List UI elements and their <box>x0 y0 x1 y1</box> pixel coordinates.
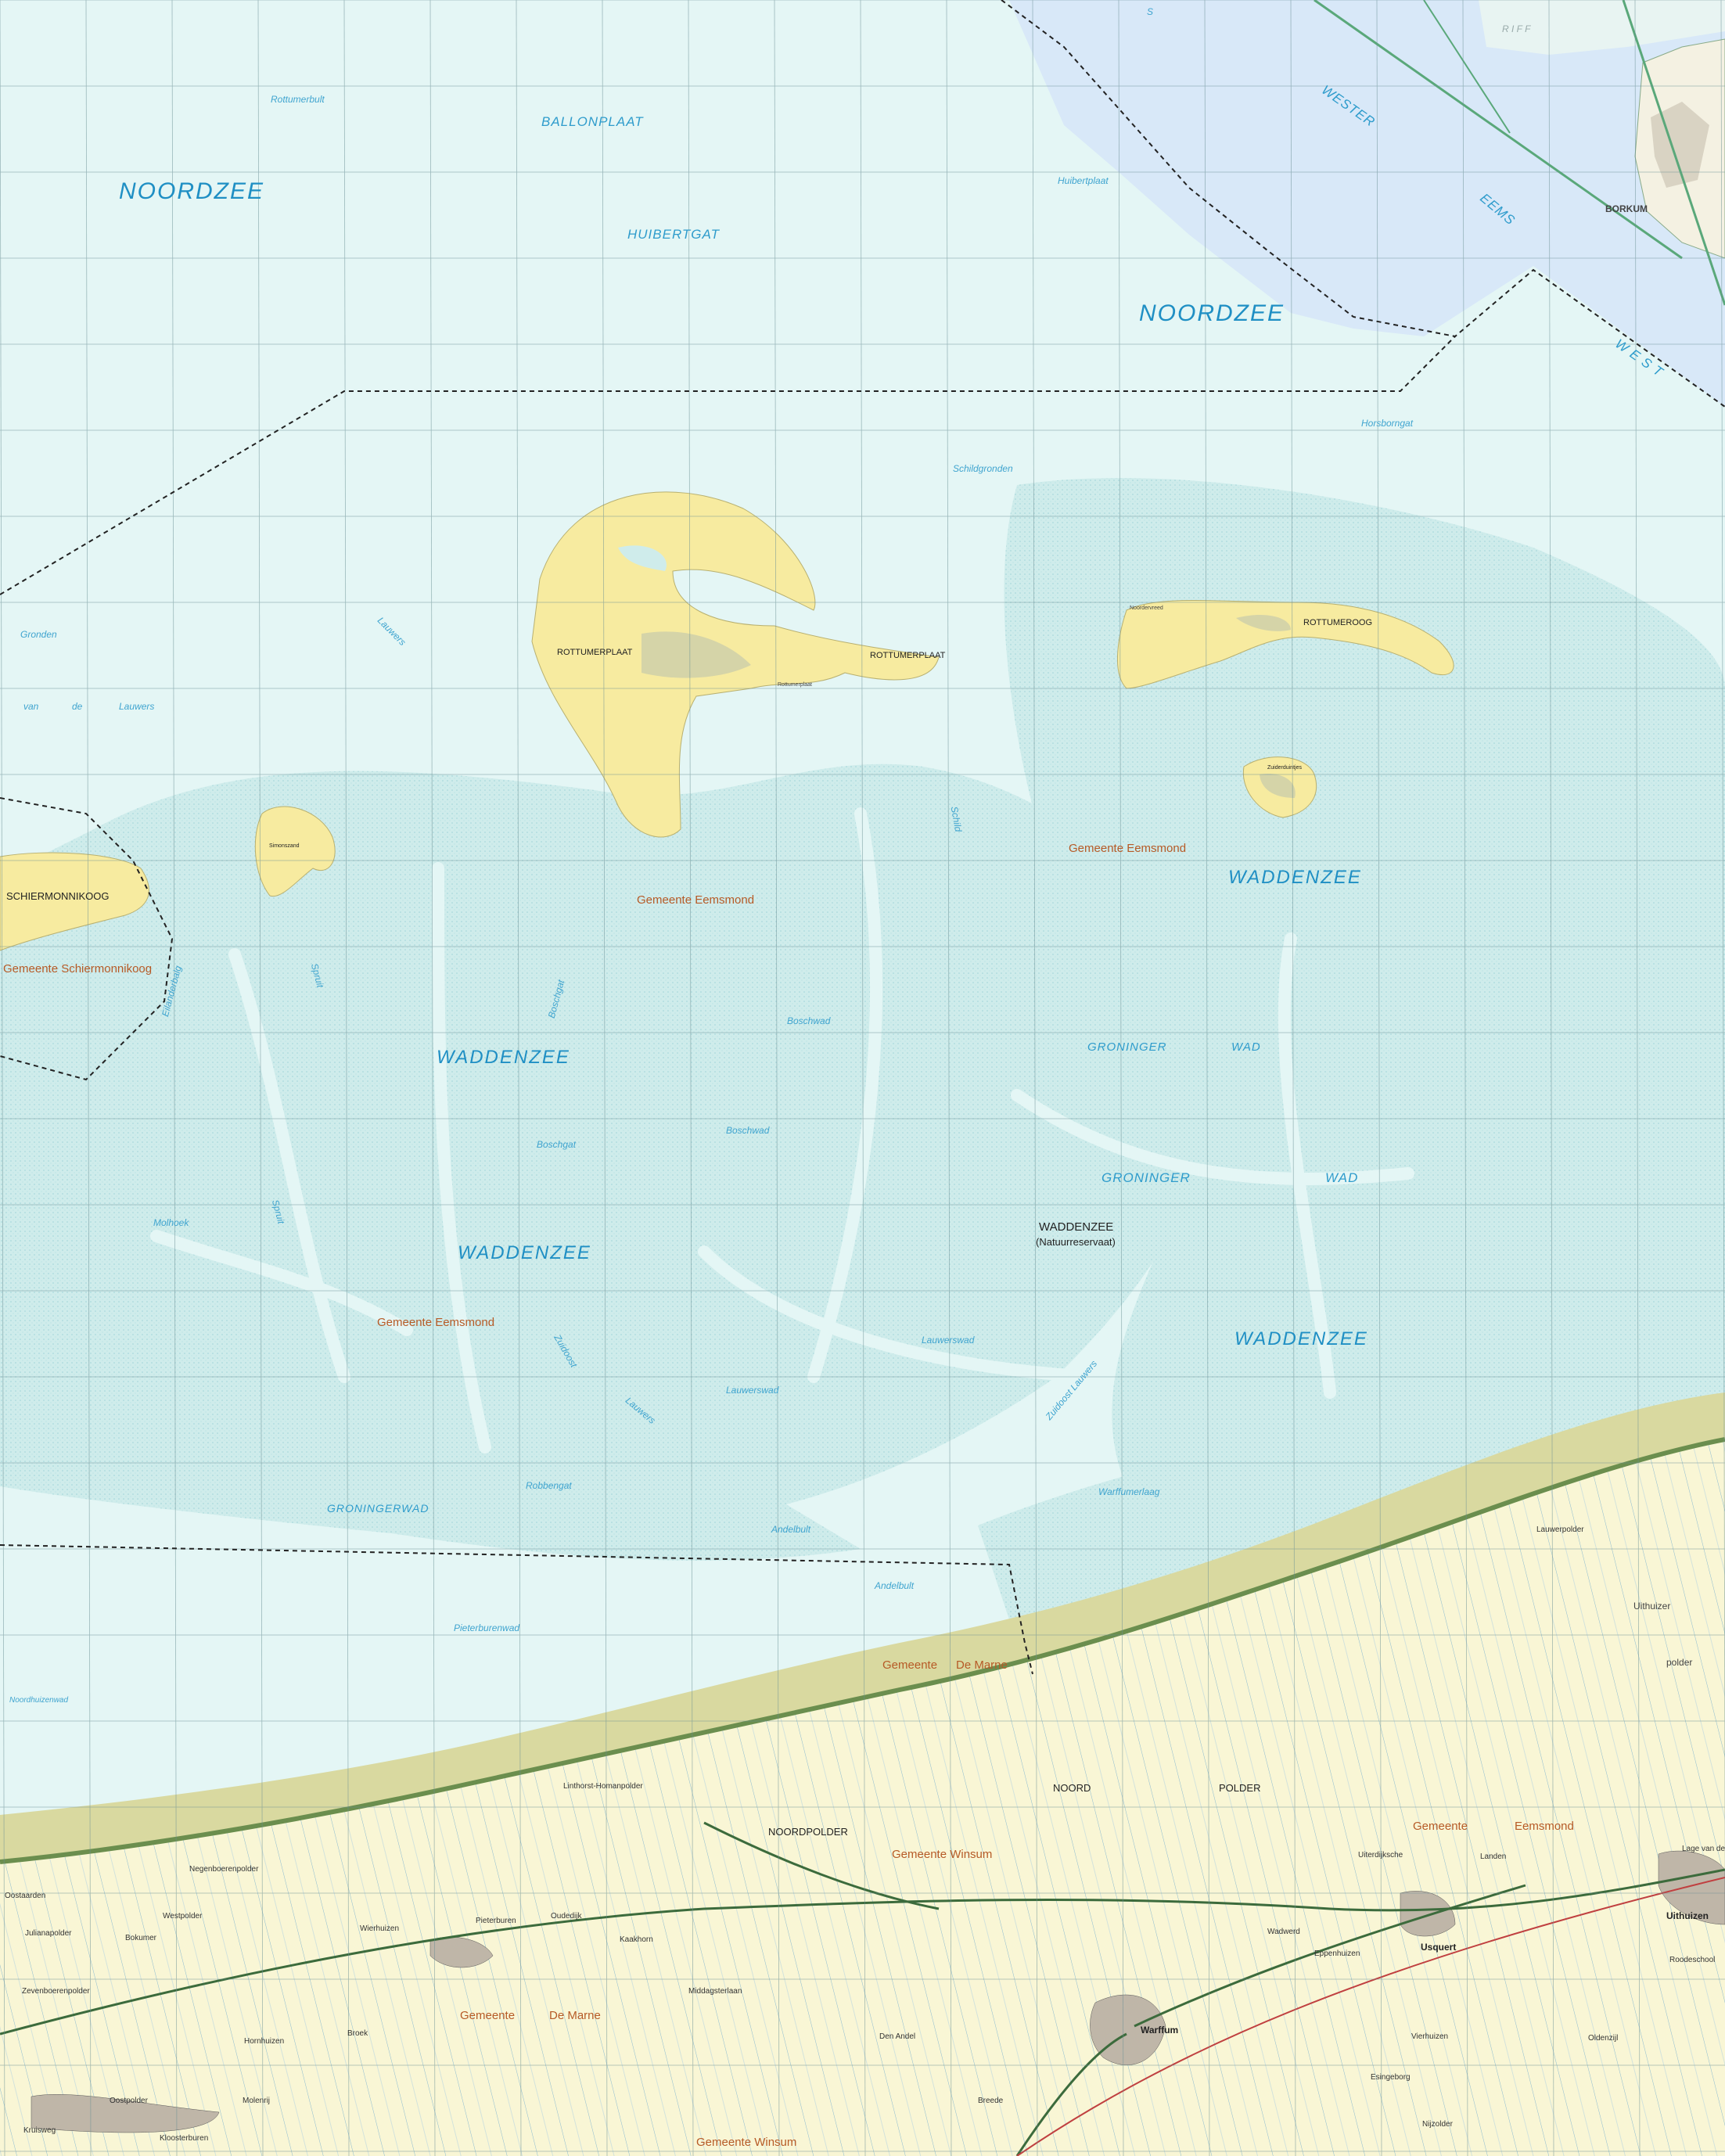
horsborngat-label: Horsborngat <box>1361 418 1414 429</box>
oostaarden-label: Oostaarden <box>5 1892 46 1900</box>
lage-van-de-weg-label: Lage van de Weg <box>1682 1845 1725 1853</box>
borkum-label: BORKUM <box>1605 203 1648 214</box>
vierhuizen-label: Vierhuizen <box>1411 2032 1449 2041</box>
winsum-municipality-1: Gemeente Winsum <box>892 1848 993 1861</box>
eppenhuizen-label: Eppenhuizen <box>1314 1949 1360 1958</box>
den-andel-label: Den Andel <box>879 2032 916 2041</box>
landen-label: Landen <box>1480 1852 1507 1861</box>
eemsmond-municipality-1: Gemeente Eemsmond <box>637 893 755 907</box>
nijzolder-label: Nijzolder <box>1422 2120 1453 2129</box>
negenboerenpolder-label: Negenboerenpolder <box>189 1865 259 1874</box>
molhoek-label: Molhoek <box>153 1217 189 1228</box>
pieterburenwad-label: Pieterburenwad <box>454 1622 520 1633</box>
kruisweg-label: Kruisweg <box>23 2126 56 2135</box>
zevenboerenpolder-label: Zevenboerenpolder <box>22 1987 90 1996</box>
wadwerd-label: Wadwerd <box>1267 1928 1300 1936</box>
lauwerswad-label-1: Lauwerswad <box>922 1335 975 1346</box>
ballonplaat-label: BALLONPLAAT <box>541 114 644 129</box>
oudedijk-label: Oudedijk <box>551 1912 582 1921</box>
rottumerplaat-label-2: ROTTUMERPLAAT <box>870 651 946 660</box>
hornhuizen-label: Hornhuizen <box>244 2037 285 2046</box>
waddenzee-label-2: WADDENZEE <box>437 1047 570 1068</box>
schildgronden-label: Schildgronden <box>953 463 1013 474</box>
broek-label: Broek <box>347 2029 368 2038</box>
noordzee-east-label: NOORDZEE <box>1139 300 1285 326</box>
groninger-wad-label-1b: WAD <box>1231 1040 1261 1054</box>
natuurreservaat-title: WADDENZEE <box>1039 1220 1114 1234</box>
middagsterlaan-label: Middagsterlaan <box>688 1987 742 1996</box>
rottumerplaat-small-label: Rottumerplaat <box>778 682 812 688</box>
lauwerpolder-label: Lauwerpolder <box>1536 1525 1584 1534</box>
waddenzee-label-4: WADDENZEE <box>1234 1328 1368 1349</box>
boschwad-label-2: Boschwad <box>726 1125 770 1136</box>
lauwerswad-label-2: Lauwerswad <box>726 1385 779 1396</box>
linthorst-label: Linthorst-Homanpolder <box>563 1782 643 1791</box>
eemsmond-municipality-3: Gemeente Eemsmond <box>377 1316 495 1329</box>
van-label: van <box>23 701 39 712</box>
oldenzijl-label: Oldenzijl <box>1588 2034 1619 2043</box>
riff-label: R I F F <box>1502 23 1531 34</box>
robbengat-label: Robbengat <box>526 1480 572 1491</box>
usquert-label: Usquert <box>1421 1942 1457 1953</box>
natuurreservaat-subtitle: (Natuurreservaat) <box>1036 1236 1116 1248</box>
huibertplaat-label: Huibertplaat <box>1058 175 1109 186</box>
rottumerbult-label: Rottumerbult <box>271 94 325 105</box>
demarne-municipality-1a: Gemeente <box>882 1658 938 1672</box>
julianapolder-label: Julianapolder <box>25 1929 72 1938</box>
roodeschool-label: Roodeschool <box>1669 1956 1716 1964</box>
kaakhorn-label: Kaakhorn <box>620 1935 653 1944</box>
wierhuizen-label: Wierhuizen <box>360 1924 400 1933</box>
demarne-municipality-1b: De Marne <box>956 1658 1008 1672</box>
warffumerlaag-label: Warffumerlaag <box>1098 1486 1160 1497</box>
noordhuizenwad-label: Noordhuizenwad <box>9 1696 69 1705</box>
breede-label: Breede <box>978 2097 1004 2105</box>
groninger-wad-label-2b: WAD <box>1325 1170 1359 1185</box>
warffum-label: Warffum <box>1141 2025 1179 2036</box>
uithuizer-label: Uithuizer <box>1633 1601 1671 1612</box>
uithuizer-polder-label: polder <box>1666 1657 1693 1668</box>
de-label: de <box>72 701 83 712</box>
huibertgat-label: HUIBERTGAT <box>627 227 720 242</box>
schiermonnikoog-island-label: SCHIERMONNIKOOG <box>6 890 110 902</box>
schiermonnikoog-municipality: Gemeente Schiermonnikoog <box>3 962 153 976</box>
s-letter-label: S <box>1147 6 1154 17</box>
boschwad-label-1: Boschwad <box>787 1015 831 1026</box>
noordpolder-label: NOORDPOLDER <box>768 1826 848 1838</box>
rottumerplaat-label-1: ROTTUMERPLAAT <box>557 648 633 657</box>
boschgat-label: Boschgat <box>537 1139 577 1150</box>
molenrij-label: Molenrij <box>243 2097 271 2105</box>
winsum-municipality-2: Gemeente Winsum <box>696 2136 797 2149</box>
lauwers-label-top: Lauwers <box>119 701 155 712</box>
demarne-municipality-2b: De Marne <box>549 2009 601 2022</box>
waddenzee-label-1: WADDENZEE <box>1228 867 1362 888</box>
noordzee-west-label: NOORDZEE <box>119 178 265 204</box>
noordervreed-label: Noordervreed <box>1130 605 1163 611</box>
uithuizen-label: Uithuizen <box>1666 1910 1709 1921</box>
simonszand-label: Simonszand <box>269 843 300 849</box>
bokumer-label: Bokumer <box>125 1934 157 1942</box>
groningerwad-label: GRONINGERWAD <box>327 1502 429 1515</box>
andelbult-label-2: Andelbult <box>875 1580 915 1591</box>
polder-label: POLDER <box>1219 1782 1261 1794</box>
zuiderduintjes-label: Zuiderduintjes <box>1267 765 1302 771</box>
pieterburen-label: Pieterburen <box>476 1917 516 1925</box>
andelbult-label-1: Andelbult <box>771 1524 811 1535</box>
waddenzee-label-3: WADDENZEE <box>458 1242 591 1263</box>
oostpolder-label: Oostpolder <box>110 2097 148 2105</box>
eemsmond-municipality-2: Gemeente Eemsmond <box>1069 842 1187 855</box>
noord-label: NOORD <box>1053 1782 1091 1794</box>
uiterdijksche-label: Uiterdijksche <box>1358 1851 1403 1860</box>
demarne-municipality-2a: Gemeente <box>460 2009 516 2022</box>
rottumeroog-label: ROTTUMEROOG <box>1303 618 1372 627</box>
groninger-wad-label-2: GRONINGER <box>1101 1170 1191 1185</box>
eemsmond-municipality-4a: Gemeente <box>1413 1820 1468 1833</box>
groninger-wad-label-1: GRONINGER <box>1087 1040 1167 1054</box>
eemsmond-municipality-4b: Eemsmond <box>1515 1820 1574 1833</box>
kloosterburen-label: Kloosterburen <box>160 2134 209 2143</box>
esingeborg-label: Esingeborg <box>1371 2073 1411 2082</box>
westpolder-label: Westpolder <box>163 1912 203 1921</box>
gronden-label: Gronden <box>20 629 57 640</box>
